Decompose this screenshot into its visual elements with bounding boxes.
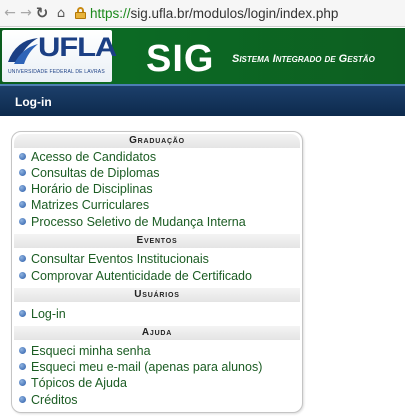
reload-icon[interactable]: ↻ — [34, 3, 50, 23]
menu-item-processo-seletivo[interactable]: Processo Seletivo de Mudança Interna — [19, 214, 246, 229]
back-arrow-icon[interactable]: ← — [2, 3, 18, 23]
bullet-icon — [19, 201, 26, 208]
ufla-logo[interactable]: UFLA UNIVERSIDADE FEDERAL DE LAVRAS — [2, 30, 117, 82]
bullet-icon — [19, 153, 26, 160]
bullet-icon — [19, 255, 26, 262]
section-header-ajuda: Ajuda — [14, 326, 300, 340]
url-scheme: https:// — [90, 5, 131, 21]
logo-text: UFLA — [38, 32, 117, 62]
forward-arrow-icon[interactable]: → — [18, 3, 34, 23]
menu-item-matrizes-curriculares[interactable]: Matrizes Curriculares — [19, 197, 149, 212]
section-header-eventos: Eventos — [14, 234, 300, 248]
ufla-swoosh-icon — [8, 38, 38, 64]
bullet-icon — [19, 310, 26, 317]
bullet-icon — [19, 218, 26, 225]
menu-item-label: Matrizes Curriculares — [31, 197, 150, 212]
bullet-icon — [19, 347, 26, 354]
bullet-icon — [19, 272, 26, 279]
menu-item-consultas-diplomas[interactable]: Consultas de Diplomas — [19, 165, 160, 180]
page-title: Log-in — [15, 95, 52, 109]
bullet-icon — [19, 185, 26, 192]
menu-item-esqueci-email[interactable]: Esqueci meu e-mail (apenas para alunos) — [19, 359, 262, 374]
menu-item-comprovar-certificado[interactable]: Comprovar Autenticidade de Certificado — [19, 268, 252, 283]
menu-item-label: Consultas de Diplomas — [31, 165, 160, 180]
menu-item-horario-disciplinas[interactable]: Horário de Disciplinas — [19, 181, 153, 196]
menu-item-label: Horário de Disciplinas — [31, 181, 153, 196]
menu-item-label: Consultar Eventos Institucionais — [31, 251, 209, 266]
url-path: sig.ufla.br/modulos/login/index.php — [130, 5, 339, 21]
menu-item-acesso-candidatos[interactable]: Acesso de Candidatos — [19, 149, 156, 164]
menu-item-label: Tópicos de Ajuda — [31, 375, 127, 390]
menu-item-creditos[interactable]: Créditos — [19, 392, 78, 407]
home-icon[interactable]: ⌂ — [53, 3, 69, 23]
logo-subtitle: UNIVERSIDADE FEDERAL DE LAVRAS — [8, 69, 105, 75]
menu-panel: Graduação Acesso de Candidatos Consultas… — [11, 131, 303, 413]
menu-item-topicos-ajuda[interactable]: Tópicos de Ajuda — [19, 375, 127, 390]
header-banner: UFLA UNIVERSIDADE FEDERAL DE LAVRAS SIG … — [0, 28, 405, 84]
app-name: SIG — [146, 38, 215, 80]
url-field[interactable]: https://sig.ufla.br/modulos/login/index.… — [75, 2, 405, 24]
menu-item-label: Créditos — [31, 392, 78, 407]
bullet-icon — [19, 169, 26, 176]
app-subtitle: Sistema Integrado de Gestão — [232, 53, 375, 65]
menu-item-label: Esqueci meu e-mail (apenas para alunos) — [31, 359, 263, 374]
bullet-icon — [19, 396, 26, 403]
menu-item-log-in[interactable]: Log-in — [19, 306, 66, 321]
menu-item-label: Esqueci minha senha — [31, 343, 151, 358]
menu-item-label: Log-in — [31, 306, 66, 321]
menu-item-consultar-eventos[interactable]: Consultar Eventos Institucionais — [19, 251, 209, 266]
section-header-usuarios: Usuários — [14, 288, 300, 302]
menu-item-label: Acesso de Candidatos — [31, 149, 157, 164]
menu-item-esqueci-senha[interactable]: Esqueci minha senha — [19, 343, 151, 358]
menu-item-label: Comprovar Autenticidade de Certificado — [31, 268, 252, 283]
bullet-icon — [19, 379, 26, 386]
https-lock-icon — [75, 7, 86, 19]
bullet-icon — [19, 363, 26, 370]
browser-address-bar: ← → ↻ ⌂ https://sig.ufla.br/modulos/logi… — [0, 0, 405, 27]
menu-item-label: Processo Seletivo de Mudança Interna — [31, 214, 246, 229]
section-header-graduacao: Graduação — [14, 134, 300, 148]
login-bar: Log-in — [0, 84, 405, 116]
